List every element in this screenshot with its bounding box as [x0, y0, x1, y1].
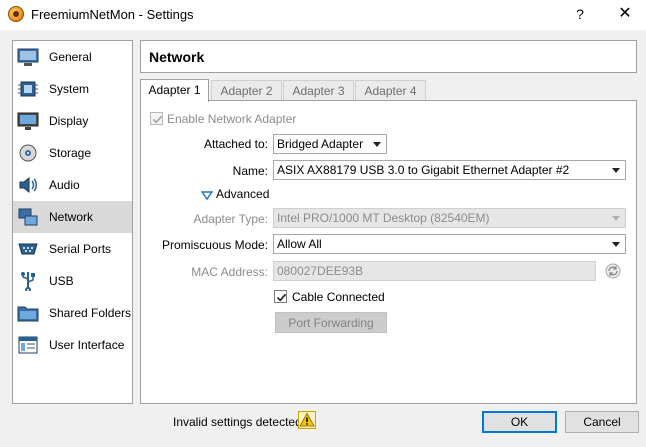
check-icon [276, 293, 287, 302]
sidebar-item-label: General [49, 50, 92, 64]
refresh-mac-button[interactable] [604, 262, 622, 280]
serial-ports-icon [18, 243, 38, 255]
general-icon [17, 48, 39, 66]
enable-adapter-label: Enable Network Adapter [167, 112, 297, 126]
sidebar-item-storage[interactable]: Storage [13, 137, 132, 169]
tab-adapter-4[interactable]: Adapter 4 [355, 80, 426, 101]
tab-adapter-1[interactable]: Adapter 1 [140, 79, 209, 102]
sidebar-item-label: Shared Folders [49, 306, 132, 320]
warning-text: Invalid settings detected [173, 415, 302, 429]
port-forwarding-button[interactable]: Port Forwarding [275, 312, 387, 333]
audio-icon [19, 176, 37, 194]
advanced-label[interactable]: Advanced [216, 187, 269, 201]
promiscuous-mode-select[interactable]: Allow All [273, 234, 626, 254]
sidebar-item-shared-folders[interactable]: Shared Folders [13, 297, 132, 329]
page-header: Network [140, 40, 637, 73]
chevron-down-icon [612, 168, 620, 173]
chevron-down-icon [612, 216, 620, 221]
sidebar-item-network[interactable]: Network [13, 201, 132, 233]
adapter-type-label: Adapter Type: [193, 212, 269, 226]
cable-connected-checkbox[interactable] [274, 290, 287, 303]
help-button[interactable]: ? [567, 2, 593, 26]
cable-connected-label: Cable Connected [292, 290, 385, 304]
sidebar-item-system[interactable]: System [13, 73, 132, 105]
display-icon [17, 112, 39, 130]
sidebar-item-label: Storage [49, 146, 92, 160]
settings-sidebar: General System Display Storage Audio Net… [12, 40, 133, 404]
refresh-icon [605, 263, 621, 279]
window-title: FreemiumNetMon - Settings [31, 7, 194, 22]
attached-to-select[interactable]: Bridged Adapter [273, 134, 387, 154]
shared-folders-icon [17, 306, 39, 322]
usb-icon [21, 272, 35, 291]
mac-address-label: MAC Address: [191, 265, 268, 279]
chevron-down-icon [612, 242, 620, 247]
enable-adapter-checkbox[interactable] [150, 112, 163, 125]
sidebar-item-label: Network [49, 210, 94, 224]
sidebar-item-serial-ports[interactable]: Serial Ports [13, 233, 132, 265]
user-interface-icon [18, 336, 38, 354]
page-title: Network [149, 49, 205, 65]
sidebar-item-general[interactable]: General [13, 41, 132, 73]
triangle-down-icon [200, 191, 214, 201]
storage-icon [19, 144, 37, 162]
tab-adapter-3[interactable]: Adapter 3 [283, 80, 354, 101]
name-value: ASIX AX88179 USB 3.0 to Gigabit Ethernet… [277, 163, 570, 177]
adapter-type-value: Intel PRO/1000 MT Desktop (82540EM) [277, 211, 490, 225]
sidebar-item-display[interactable]: Display [13, 105, 132, 137]
sidebar-item-label: Serial Ports [49, 242, 112, 256]
sidebar-item-label: System [49, 82, 90, 96]
network-icon [18, 208, 38, 226]
warning-button[interactable] [298, 411, 316, 429]
adapter-type-select[interactable]: Intel PRO/1000 MT Desktop (82540EM) [273, 208, 626, 228]
check-icon [152, 115, 163, 124]
sidebar-item-audio[interactable]: Audio [13, 169, 132, 201]
ok-button[interactable]: OK [482, 411, 557, 433]
advanced-toggle-icon[interactable] [200, 190, 214, 201]
sidebar-item-label: Audio [49, 178, 80, 192]
warning-icon [298, 411, 316, 429]
sidebar-item-usb[interactable]: USB [13, 265, 132, 297]
name-label: Name: [232, 164, 268, 178]
promiscuous-mode-value: Allow All [277, 237, 322, 251]
close-button[interactable]: ✕ [610, 2, 640, 26]
sidebar-item-user-interface[interactable]: User Interface [13, 329, 132, 361]
sidebar-item-label: Display [49, 114, 89, 128]
sidebar-item-label: USB [49, 274, 74, 288]
mac-address-field[interactable]: 080027DEE93B [273, 261, 596, 281]
promiscuous-mode-label: Promiscuous Mode: [161, 238, 268, 252]
title-bar: FreemiumNetMon - Settings ? ✕ [0, 0, 646, 30]
attached-to-value: Bridged Adapter [277, 137, 364, 151]
system-icon [18, 81, 38, 97]
attached-to-label: Attached to: [203, 137, 268, 151]
cancel-button[interactable]: Cancel [565, 411, 639, 433]
app-icon [8, 6, 24, 22]
name-select[interactable]: ASIX AX88179 USB 3.0 to Gigabit Ethernet… [273, 160, 626, 180]
sidebar-item-label: User Interface [49, 338, 125, 352]
tab-adapter-2[interactable]: Adapter 2 [211, 80, 282, 101]
chevron-down-icon [373, 142, 381, 147]
